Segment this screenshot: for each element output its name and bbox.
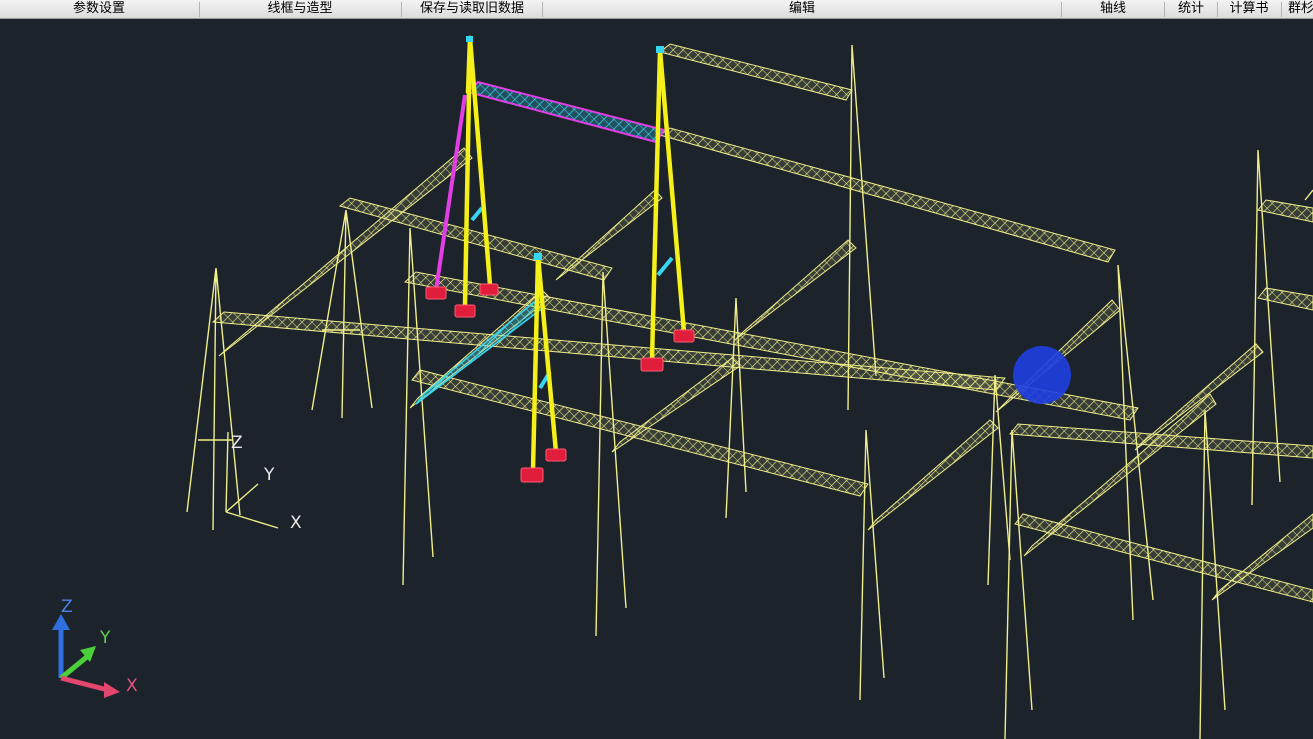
lattice-column (1004, 429, 1033, 739)
column-node (656, 46, 664, 53)
lattice-column (1304, 189, 1313, 201)
3d-model-viewport[interactable]: Z Y X Z Y X (0, 19, 1313, 739)
column-base (673, 329, 695, 343)
cyan-truss-beam (466, 80, 666, 144)
menu-bar: 参数设置 线框与造型 保存与读取旧数据 编辑 轴线 统计 计算书 群杉 (0, 0, 1313, 19)
menu-separator (401, 2, 402, 17)
ucs-z-label: Z (231, 433, 243, 453)
steel-column (530, 253, 541, 473)
menu-wireframe-modeling[interactable]: 线框与造型 (201, 0, 399, 18)
column-base (545, 448, 567, 462)
view-axis-gizmo: Z Y X (52, 597, 138, 698)
menu-edit[interactable]: 编辑 (544, 0, 1060, 18)
steel-column (465, 35, 473, 95)
column-base (640, 357, 664, 372)
column-base (454, 304, 476, 318)
truss-beam (1134, 343, 1264, 451)
nav-x-label: X (126, 676, 138, 696)
truss-beams (211, 43, 1313, 603)
steel-column (657, 47, 687, 335)
lattice-columns (186, 44, 1313, 739)
column-node (534, 253, 542, 260)
menu-save-load-old-data[interactable]: 保存与读取旧数据 (403, 0, 541, 18)
truss-beam (555, 189, 663, 281)
nav-z-label: Z (61, 597, 73, 617)
menu-separator (1061, 2, 1062, 17)
column-node (466, 36, 473, 42)
steel-column (467, 35, 493, 288)
menu-separator (1281, 2, 1282, 17)
structure-wireframe-model[interactable]: Z Y X Z Y X (0, 19, 1313, 739)
menu-axis[interactable]: 轴线 (1063, 0, 1163, 18)
menu-calculation-book[interactable]: 计算书 (1219, 0, 1279, 18)
steel-column (535, 253, 559, 455)
cyan-brace (656, 256, 674, 277)
magenta-diagonal (434, 94, 467, 291)
lattice-column (859, 429, 885, 701)
cyan-brace (470, 206, 484, 222)
nav-y-label: Y (99, 628, 111, 648)
lattice-column (987, 374, 1011, 586)
truss-beam (1257, 199, 1313, 223)
menu-separator (1164, 2, 1165, 17)
ucs-y-label: Y (263, 465, 275, 485)
menu-separator (1217, 2, 1218, 17)
truss-beam (734, 239, 857, 341)
menu-parameter-settings[interactable]: 参数设置 (0, 0, 198, 18)
truss-beam (867, 419, 999, 531)
steel-columns (462, 35, 687, 473)
menu-group-tower[interactable]: 群杉 (1283, 0, 1313, 18)
lattice-column (595, 271, 627, 637)
truss-beam (1257, 287, 1313, 311)
column-base (479, 283, 499, 296)
menu-separator (199, 2, 200, 17)
menu-separator (542, 2, 543, 17)
ucs-x-label: X (290, 513, 302, 533)
lattice-column (186, 267, 241, 531)
truss-beam (658, 43, 853, 101)
column-base (425, 286, 447, 300)
cursor-marker (1013, 346, 1071, 404)
column-base (520, 467, 544, 483)
menu-statistics[interactable]: 统计 (1166, 0, 1216, 18)
truss-beam (658, 127, 1116, 263)
